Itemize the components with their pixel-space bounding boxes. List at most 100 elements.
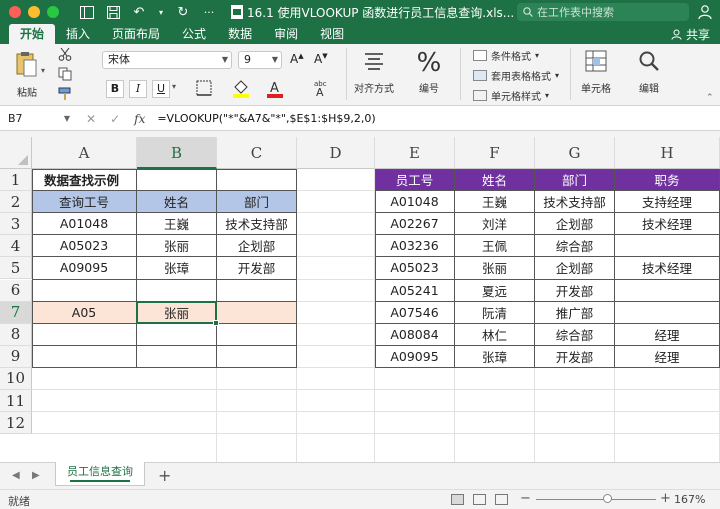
employee-data-cell[interactable]: 企划部 — [535, 257, 614, 278]
tab-data[interactable]: 数据 — [217, 24, 263, 44]
column-header-b[interactable]: B — [137, 137, 217, 169]
fill-color-icon[interactable] — [232, 78, 250, 101]
row-header-6[interactable]: 6 — [0, 279, 32, 302]
lookup-data-cell[interactable]: A01048 — [32, 213, 136, 234]
cancel-icon[interactable]: ✕ — [86, 112, 96, 126]
employee-header-cell[interactable]: 职务 — [615, 169, 719, 191]
conditional-format-button[interactable]: 条件格式 ▾ — [473, 48, 539, 63]
copy-icon[interactable] — [58, 67, 72, 84]
employee-data-cell[interactable]: A08084 — [375, 324, 454, 345]
employee-data-cell[interactable]: 经理 — [615, 324, 719, 345]
select-all-corner[interactable] — [0, 137, 32, 169]
close-window-button[interactable] — [9, 6, 21, 18]
tab-formulas[interactable]: 公式 — [171, 24, 217, 44]
underline-dropdown-icon[interactable]: ▾ — [172, 82, 176, 91]
employee-data-cell[interactable]: A07546 — [375, 302, 454, 323]
employee-header-cell[interactable]: 员工号 — [375, 169, 454, 191]
prev-sheet-icon[interactable]: ◀ — [12, 470, 20, 481]
sidebar-icon[interactable] — [79, 4, 95, 20]
cell[interactable] — [137, 169, 216, 190]
employee-data-cell[interactable]: 推广部 — [535, 302, 614, 323]
underline-button[interactable]: U — [152, 80, 170, 98]
tab-view[interactable]: 视图 — [309, 24, 355, 44]
collapse-ribbon-icon[interactable]: ⌃ — [706, 93, 714, 103]
lookup-data-cell[interactable]: A09095 — [32, 257, 136, 278]
column-header-e[interactable]: E — [375, 137, 455, 169]
tab-page-layout[interactable]: 页面布局 — [101, 24, 171, 44]
employee-data-cell[interactable]: 技术经理 — [615, 257, 719, 278]
lookup-header-cell[interactable]: 查询工号 — [32, 191, 136, 213]
row-header-10[interactable]: 10 — [0, 367, 32, 390]
row-header-2[interactable]: 2 — [0, 191, 32, 214]
employee-data-cell[interactable]: 经理 — [615, 346, 719, 367]
zoom-out-icon[interactable]: − — [520, 491, 531, 506]
tab-home[interactable]: 开始 — [9, 24, 56, 44]
cut-icon[interactable] — [58, 47, 72, 64]
row-header-5[interactable]: 5 — [0, 257, 32, 280]
lookup-title-cell[interactable]: 数据查找示例 — [32, 169, 136, 190]
employee-data-cell[interactable]: 综合部 — [535, 324, 614, 345]
save-icon[interactable] — [105, 4, 121, 20]
row-header-8[interactable]: 8 — [0, 323, 32, 346]
sheet-tab-employee-lookup[interactable]: 员工信息查询 — [55, 462, 145, 486]
employee-data-cell[interactable] — [615, 235, 719, 256]
tab-insert[interactable]: 插入 — [55, 24, 101, 44]
bold-button[interactable]: B — [106, 80, 124, 98]
alignment-button[interactable]: 对齐方式 — [352, 52, 396, 95]
paste-dropdown-icon[interactable]: ▾ — [41, 66, 45, 75]
cells-button[interactable]: 单元格 — [576, 50, 616, 95]
employee-header-cell[interactable]: 部门 — [535, 169, 614, 191]
insert-function-icon[interactable]: fx — [134, 112, 145, 126]
fill-handle[interactable] — [213, 319, 219, 326]
next-sheet-icon[interactable]: ▶ — [32, 470, 40, 481]
zoom-in-icon[interactable]: + — [660, 491, 671, 506]
lookup-data-cell[interactable]: 张璋 — [137, 257, 216, 278]
normal-view-icon[interactable] — [451, 494, 464, 505]
employee-data-cell[interactable]: 技术支持部 — [535, 191, 614, 212]
lookup-data-cell[interactable]: 开发部 — [217, 257, 296, 278]
lookup-data-cell[interactable]: A05023 — [32, 235, 136, 256]
employee-data-cell[interactable]: 林仁 — [455, 324, 534, 345]
employee-data-cell[interactable]: 开发部 — [535, 346, 614, 367]
employee-data-cell[interactable]: 张丽 — [455, 257, 534, 278]
redo-icon[interactable]: ↻ — [175, 4, 191, 20]
employee-data-cell[interactable]: 综合部 — [535, 235, 614, 256]
account-icon[interactable] — [697, 4, 713, 20]
page-break-view-icon[interactable] — [495, 494, 508, 505]
employee-data-cell[interactable]: A05023 — [375, 257, 454, 278]
page-layout-view-icon[interactable] — [473, 494, 486, 505]
employee-data-cell[interactable] — [615, 302, 719, 323]
employee-data-cell[interactable]: 王巍 — [455, 191, 534, 212]
zoom-slider-track[interactable] — [536, 499, 656, 500]
cell[interactable] — [217, 169, 296, 190]
italic-button[interactable]: I — [129, 80, 147, 98]
undo-icon[interactable]: ↶ — [131, 4, 147, 20]
employee-data-cell[interactable]: A02267 — [375, 213, 454, 234]
employee-data-cell[interactable]: 技术经理 — [615, 213, 719, 234]
column-header-g[interactable]: G — [535, 137, 615, 169]
minimize-window-button[interactable] — [28, 6, 40, 18]
cell-style-button[interactable]: 单元格样式 ▾ — [473, 88, 549, 103]
employee-data-cell[interactable]: 开发部 — [535, 280, 614, 301]
lookup-data-cell[interactable]: 张丽 — [137, 235, 216, 256]
paste-button[interactable]: 粘贴 — [10, 50, 44, 99]
grow-font-icon[interactable]: A▲ — [290, 52, 304, 66]
employee-data-cell[interactable]: A01048 — [375, 191, 454, 212]
number-format-button[interactable]: % 编号 — [409, 48, 449, 95]
cell[interactable] — [217, 301, 296, 323]
table-format-button[interactable]: 套用表格格式 ▾ — [473, 68, 559, 83]
employee-data-cell[interactable] — [615, 280, 719, 301]
more-icon[interactable]: ··· — [201, 4, 217, 20]
query-id-cell[interactable]: A05 — [32, 301, 136, 323]
lookup-data-cell[interactable]: 企划部 — [217, 235, 296, 256]
phonetic-icon[interactable]: abc A — [312, 78, 330, 101]
employee-data-cell[interactable]: A09095 — [375, 346, 454, 367]
employee-data-cell[interactable]: A03236 — [375, 235, 454, 256]
row-header-12[interactable]: 12 — [0, 412, 32, 435]
column-header-c[interactable]: C — [217, 137, 297, 169]
font-name-select[interactable]: 宋体 ▼ — [102, 51, 232, 69]
borders-icon[interactable] — [196, 80, 212, 99]
row-header-9[interactable]: 9 — [0, 345, 32, 368]
row-header-3[interactable]: 3 — [0, 213, 32, 236]
font-size-select[interactable]: 9 ▼ — [238, 51, 282, 69]
